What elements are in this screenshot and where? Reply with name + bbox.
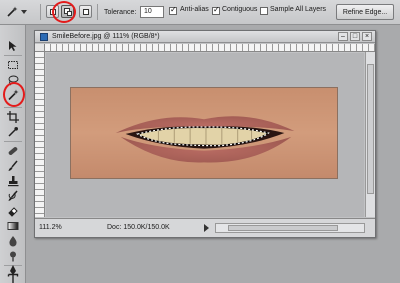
marquee-icon xyxy=(8,61,18,69)
scrollbar-thumb[interactable] xyxy=(367,64,374,194)
eraser-icon xyxy=(8,207,18,217)
dodge-tool[interactable] xyxy=(5,249,21,263)
window-controls: – □ × xyxy=(338,32,372,41)
history-brush-tool[interactable] xyxy=(5,189,21,203)
bandage-icon xyxy=(8,147,18,155)
photoshop-document-icon xyxy=(40,32,48,41)
tolerance-input[interactable]: 10 xyxy=(140,6,164,18)
anti-alias-label: Anti-alias xyxy=(180,6,209,13)
divider xyxy=(4,55,22,56)
scrollbar-thumb[interactable] xyxy=(228,225,338,231)
maximize-button[interactable]: □ xyxy=(350,32,360,41)
magic-wand-icon xyxy=(7,6,18,17)
tools-panel xyxy=(0,25,26,283)
subtract-selection-icon xyxy=(83,9,89,15)
blur-tool[interactable] xyxy=(5,234,21,248)
vertical-scrollbar[interactable] xyxy=(365,52,375,217)
dodge-icon xyxy=(10,251,16,262)
subtract-from-selection-button[interactable] xyxy=(79,5,92,18)
gradient-icon xyxy=(7,222,19,230)
divider xyxy=(4,141,22,142)
divider xyxy=(4,107,22,108)
anti-alias-checkbox[interactable] xyxy=(169,5,177,15)
marquee-tool[interactable] xyxy=(5,58,21,72)
type-icon xyxy=(7,273,19,283)
chevron-down-icon xyxy=(21,10,27,14)
history-brush-icon xyxy=(8,190,18,201)
document-title: SmileBefore.jpg @ 111% (RGB/8*) xyxy=(52,33,160,40)
ruler-origin[interactable] xyxy=(35,44,45,52)
type-tool[interactable] xyxy=(5,273,21,283)
move-tool[interactable] xyxy=(5,39,21,53)
vertical-ruler[interactable] xyxy=(35,52,45,217)
smile-image xyxy=(71,88,337,178)
crop-tool[interactable] xyxy=(5,110,21,124)
healing-brush-tool[interactable] xyxy=(5,144,21,158)
zoom-level[interactable]: 111.2% xyxy=(39,224,62,231)
horizontal-scrollbar[interactable] xyxy=(215,223,365,233)
horizontal-ruler[interactable] xyxy=(45,44,375,52)
clone-stamp-tool[interactable] xyxy=(5,174,21,188)
close-button[interactable]: × xyxy=(362,32,372,41)
smile-photo[interactable] xyxy=(70,87,338,179)
move-icon xyxy=(9,41,17,51)
contiguous-checkbox[interactable] xyxy=(212,5,220,15)
minimize-button[interactable]: – xyxy=(338,32,348,41)
brush-icon xyxy=(8,160,18,171)
document-title-bar[interactable]: SmileBefore.jpg @ 111% (RGB/8*) – □ × xyxy=(35,31,375,43)
annotation-circle xyxy=(3,82,25,107)
gradient-tool[interactable] xyxy=(5,219,21,233)
status-bar: 111.2% Doc: 150.0K/150.0K xyxy=(35,218,375,237)
tolerance-label: Tolerance: xyxy=(104,8,137,16)
divider xyxy=(40,4,41,20)
stamp-icon xyxy=(8,176,19,187)
status-menu-arrow-icon[interactable] xyxy=(204,224,209,232)
contiguous-label: Contiguous xyxy=(222,6,258,13)
sample-all-layers-checkbox[interactable] xyxy=(260,7,268,15)
brush-tool[interactable] xyxy=(5,159,21,173)
divider xyxy=(97,4,98,20)
drop-icon xyxy=(9,236,17,247)
sample-all-layers-label: Sample All Layers xyxy=(270,6,327,13)
refine-edge-button[interactable]: Refine Edge... xyxy=(336,4,394,20)
options-bar: Tolerance: 10 Anti-alias Contiguous Samp… xyxy=(0,0,400,25)
eyedropper-icon xyxy=(8,127,18,137)
eraser-tool[interactable] xyxy=(5,204,21,218)
annotation-circle xyxy=(52,1,76,23)
tool-preset-picker[interactable] xyxy=(6,5,36,19)
document-info: Doc: 150.0K/150.0K xyxy=(107,224,170,231)
crop-icon xyxy=(7,111,19,123)
eyedropper-tool[interactable] xyxy=(5,125,21,139)
